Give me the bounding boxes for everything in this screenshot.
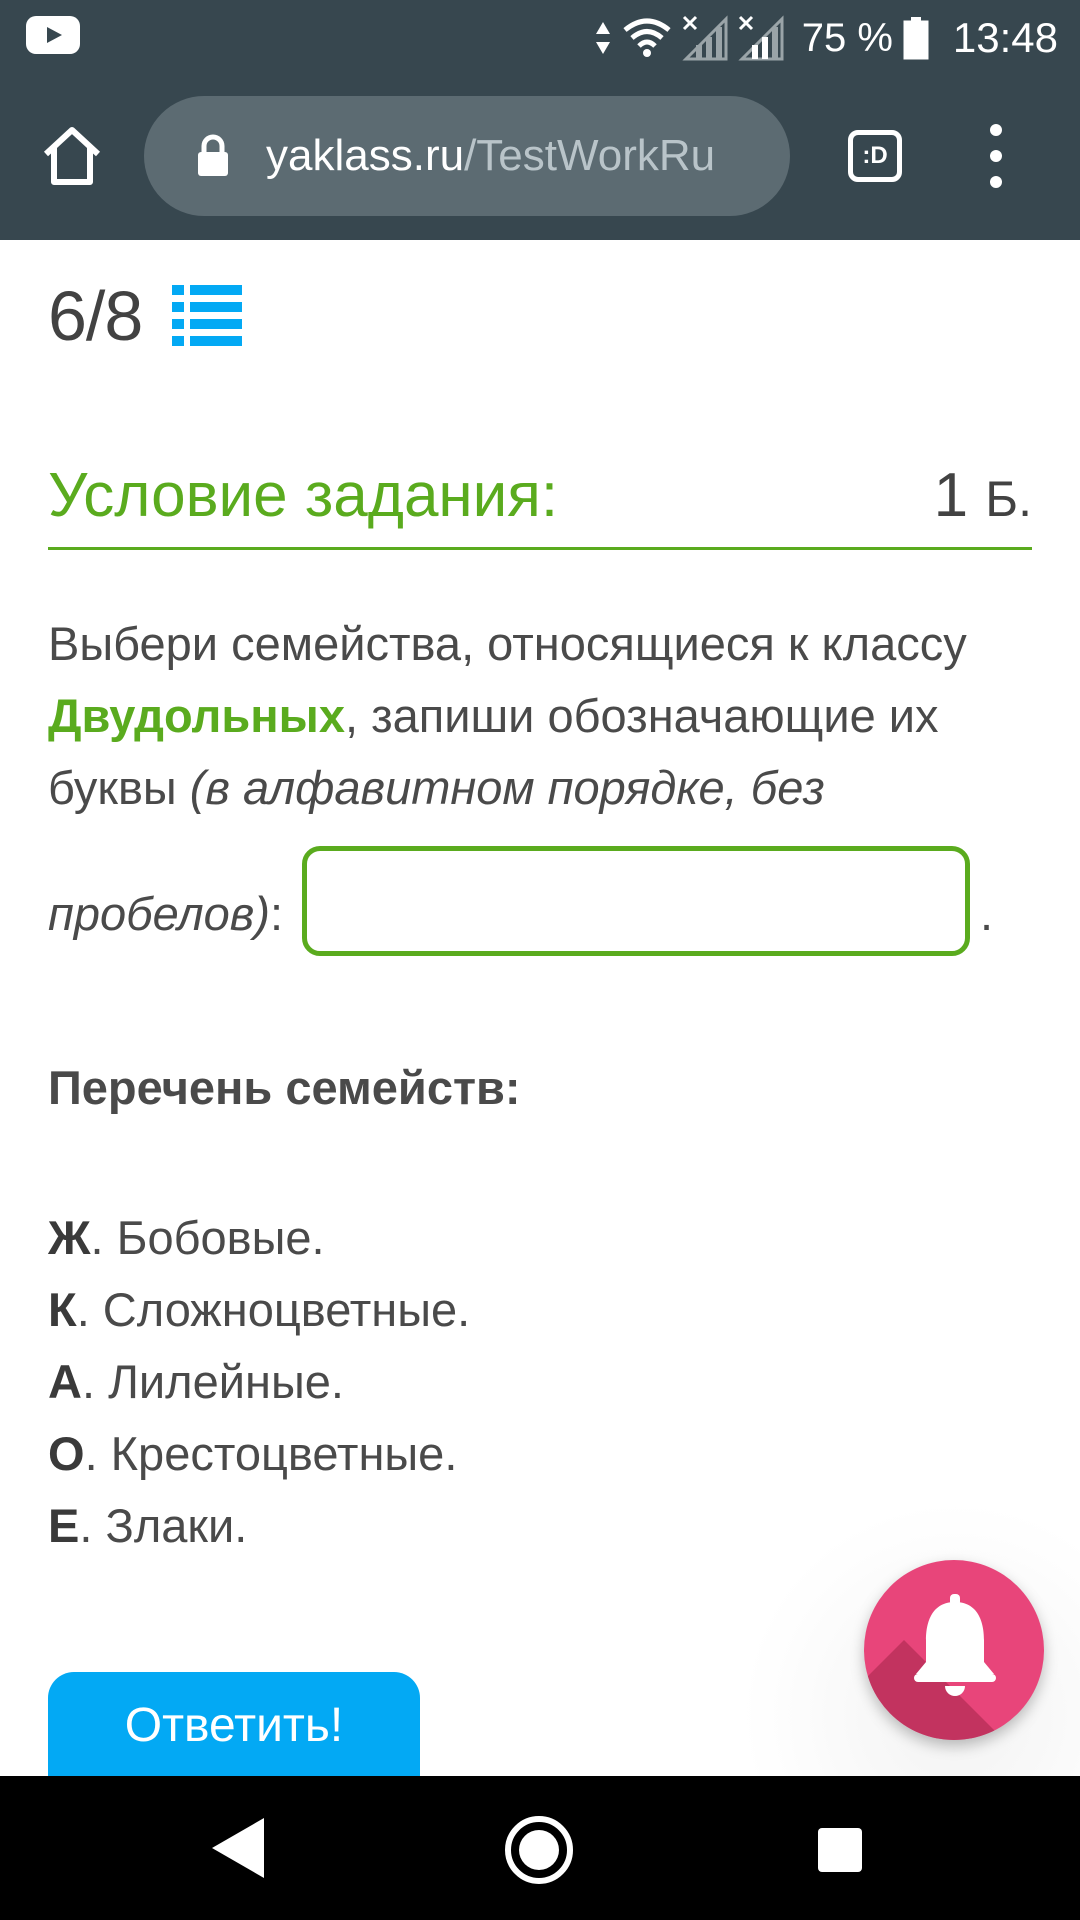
task-points: 1 Б. xyxy=(934,460,1032,531)
wifi-icon xyxy=(622,18,672,58)
status-icons: 75 % 13:48 xyxy=(584,10,1058,66)
family-name: . Бобовые. xyxy=(90,1211,325,1264)
family-name: . Крестоцветные. xyxy=(84,1427,458,1480)
family-name: . Злаки. xyxy=(79,1499,248,1552)
family-name: . Сложноцветные. xyxy=(76,1283,471,1336)
points-unit: Б. xyxy=(985,471,1032,527)
page-content: 6/8 Условие задания: 1 Б. Выбери семейст… xyxy=(0,240,1080,1776)
battery-icon xyxy=(903,16,929,60)
notifications-button[interactable] xyxy=(864,1560,1044,1740)
answer-label: пробелов): xyxy=(48,886,283,941)
question-hint-end: пробелов) xyxy=(48,887,270,940)
question-highlight: Двудольных xyxy=(48,689,345,742)
list-item: А. Лилейные. xyxy=(48,1346,470,1418)
tabs-icon[interactable]: :D xyxy=(848,130,902,182)
families-list: Ж. Бобовые. К. Сложноцветные. А. Лилейны… xyxy=(48,1202,470,1562)
browser-chrome: 75 % 13:48 yaklass.ru/TestWorkRu :D xyxy=(0,0,1080,240)
submit-answer-button[interactable]: Ответить! xyxy=(48,1672,420,1776)
list-item: О. Крестоцветные. xyxy=(48,1418,470,1490)
bell-icon xyxy=(914,1594,996,1696)
battery-level: 75 % xyxy=(801,15,893,60)
url-host: yaklass.ru xyxy=(266,131,465,180)
family-name: . Лилейные. xyxy=(81,1355,344,1408)
family-letter: А xyxy=(48,1355,82,1408)
url-text: yaklass.ru/TestWorkRu xyxy=(266,131,715,181)
home-icon[interactable] xyxy=(40,124,104,188)
youtube-icon xyxy=(26,16,80,54)
clock: 13:48 xyxy=(952,14,1058,61)
family-letter: Ж xyxy=(48,1211,91,1264)
data-arrows-icon xyxy=(594,18,612,58)
lock-icon xyxy=(196,134,230,178)
signal-off-icon xyxy=(738,15,784,61)
progress-counter: 6/8 xyxy=(48,277,143,355)
address-bar[interactable]: yaklass.ru/TestWorkRu xyxy=(144,96,790,216)
list-item: К. Сложноцветные. xyxy=(48,1274,470,1346)
list-item: Ж. Бобовые. xyxy=(48,1202,470,1274)
status-bar: 75 % 13:48 xyxy=(0,0,1080,76)
points-value: 1 xyxy=(933,461,969,530)
recents-icon[interactable] xyxy=(818,1828,862,1872)
back-icon[interactable] xyxy=(210,1816,266,1885)
task-header: Условие задания: 1 Б. xyxy=(48,440,1032,550)
nav-home-icon[interactable] xyxy=(505,1816,573,1884)
families-title: Перечень семейств: xyxy=(48,1061,521,1114)
browser-toolbar: yaklass.ru/TestWorkRu :D xyxy=(0,96,1080,216)
family-letter: Е xyxy=(48,1499,80,1552)
family-letter: О xyxy=(48,1427,85,1480)
url-path: /TestWorkRu xyxy=(464,131,716,180)
answer-colon: : xyxy=(270,887,284,940)
signal-off-icon xyxy=(682,15,728,61)
system-nav-bar xyxy=(0,1776,1080,1920)
answer-input[interactable] xyxy=(302,846,970,956)
list-icon[interactable] xyxy=(172,285,243,347)
task-progress: 6/8 xyxy=(48,276,243,356)
task-title: Условие задания: xyxy=(48,461,559,530)
answer-period: . xyxy=(980,887,994,940)
answer-row: пробелов): . xyxy=(48,846,1038,966)
question-part-1: Выбери семейства, относящиеся к классу xyxy=(48,617,967,670)
list-item: Е. Злаки. xyxy=(48,1490,470,1562)
question-hint: (в алфавитном порядке, без xyxy=(189,761,825,814)
family-letter: К xyxy=(48,1283,77,1336)
question-text: Выбери семейства, относящиеся к классу Д… xyxy=(48,608,1038,824)
more-vert-icon[interactable] xyxy=(984,124,1008,188)
